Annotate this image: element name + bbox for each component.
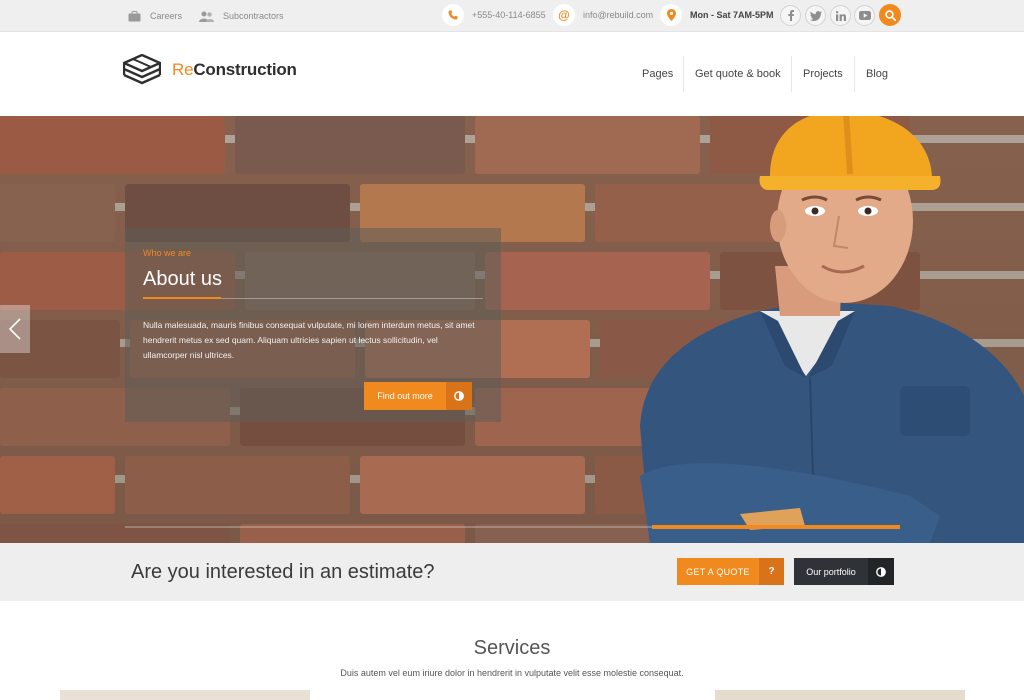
linkedin-icon[interactable] (830, 5, 851, 26)
caption-accent-line (143, 297, 221, 299)
map-pin-icon (660, 4, 682, 26)
hero-title: About us (143, 268, 222, 290)
hero-slider: Who we are About us Nulla malesuada, mau… (0, 116, 1024, 543)
nav-divider (683, 56, 684, 92)
slider-prev-button[interactable] (0, 305, 30, 353)
twitter-icon[interactable] (805, 5, 826, 26)
nav-divider (854, 56, 855, 92)
logo-text: ReConstruction (172, 60, 297, 79)
email-contact[interactable]: @ info@rebuild.com (553, 4, 653, 26)
at-icon: @ (553, 4, 575, 26)
get-a-quote-button[interactable]: GET A QUOTE ? (677, 558, 784, 585)
nav-item-pages[interactable]: Pages (642, 56, 673, 92)
service-thumbnail[interactable] (715, 690, 965, 700)
chevron-left-icon (9, 318, 21, 340)
phone-number: +555-40-114-6855 (472, 10, 546, 20)
service-thumbnail[interactable] (60, 690, 310, 700)
half-circle-icon (446, 382, 472, 410)
find-out-more-button[interactable]: Find out more (364, 382, 472, 410)
services-subtitle: Duis autem vel eum iriure dolor in hendr… (340, 668, 684, 678)
nav-divider (791, 56, 792, 92)
our-portfolio-label: Our portfolio (794, 558, 868, 585)
careers-label: Careers (150, 11, 183, 21)
slider-progress-bar (652, 525, 900, 529)
estimate-band: Are you interested in an estimate? GET A… (0, 543, 1024, 601)
youtube-icon[interactable] (854, 5, 875, 26)
users-icon (199, 11, 214, 22)
phone-contact[interactable]: +555-40-114-6855 (442, 4, 546, 26)
briefcase-icon (128, 10, 141, 21)
hero-eyebrow: Who we are (143, 248, 192, 258)
construction-worker-image (640, 116, 1024, 543)
question-icon: ? (759, 558, 784, 585)
hero-text: Nulla malesuada, mauris finibus consequa… (143, 320, 475, 360)
top-bar: Careers Subcontractors +555-40-114-6855 … (0, 0, 1024, 32)
get-a-quote-label: GET A QUOTE (677, 558, 759, 585)
phone-icon (442, 4, 464, 26)
search-button[interactable] (879, 4, 901, 26)
half-circle-icon (868, 558, 894, 585)
hours-contact: Mon - Sat 7AM-5PM (660, 4, 774, 26)
opening-hours: Mon - Sat 7AM-5PM (690, 10, 774, 20)
nav-item-blog[interactable]: Blog (866, 56, 888, 92)
search-icon (884, 9, 896, 21)
logo-brick-icon (123, 54, 161, 85)
facebook-icon[interactable] (780, 5, 801, 26)
our-portfolio-button[interactable]: Our portfolio (794, 558, 894, 585)
site-logo[interactable]: ReConstruction (123, 54, 297, 86)
services-title: Services (473, 637, 551, 659)
subcontractors-link[interactable]: Subcontractors (199, 0, 284, 32)
site-header: ReConstruction Pages Get quote & book Pr… (0, 32, 1024, 116)
hero-caption: Who we are About us Nulla malesuada, mau… (125, 228, 501, 422)
subcontractors-label: Subcontractors (223, 11, 284, 21)
email-address: info@rebuild.com (583, 10, 654, 20)
nav-item-get-quote[interactable]: Get quote & book (695, 56, 781, 92)
estimate-heading: Are you interested in an estimate? (131, 561, 435, 583)
nav-item-projects[interactable]: Projects (803, 56, 843, 92)
careers-link[interactable]: Careers (128, 0, 182, 32)
find-out-more-label: Find out more (364, 382, 446, 410)
